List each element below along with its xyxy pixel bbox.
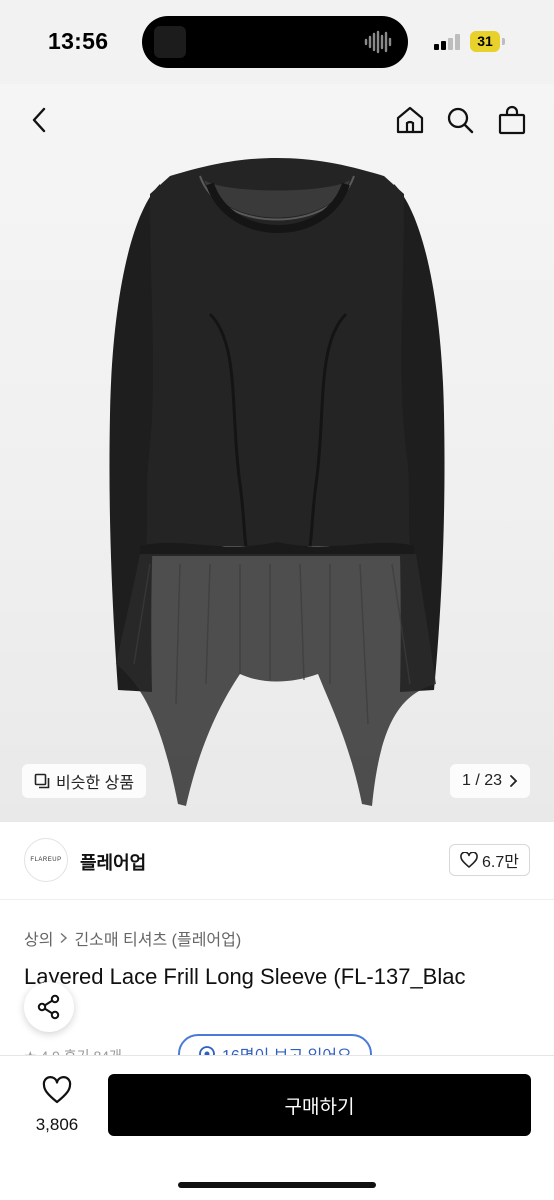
share-icon bbox=[37, 994, 60, 1020]
page-indicator-text: 1 / 23 bbox=[461, 772, 502, 789]
breadcrumb-subcategory[interactable]: 긴소매 티셔츠 (플레어업) bbox=[74, 926, 241, 950]
shopping-bag-icon bbox=[498, 105, 526, 135]
status-time: 13:56 bbox=[48, 28, 109, 54]
copy-icon bbox=[34, 773, 50, 789]
cart-button[interactable] bbox=[494, 102, 530, 138]
home-button[interactable] bbox=[392, 102, 428, 138]
similar-products-label: 비슷한 상품 bbox=[56, 775, 135, 792]
chevron-right-icon bbox=[60, 932, 68, 944]
bottom-action-bar: 3,806 구매하기 bbox=[0, 1055, 554, 1200]
breadcrumb: 상의 긴소매 티셔츠 (플레어업) bbox=[24, 926, 241, 950]
battery-indicator: 31 bbox=[470, 31, 500, 52]
wishlist-count: 3,806 bbox=[35, 1115, 79, 1134]
viewers-text: 16명이 보고 있어요 bbox=[222, 1042, 352, 1056]
gallery-page-indicator[interactable]: 1 / 23 bbox=[449, 764, 530, 798]
back-button[interactable] bbox=[22, 102, 58, 138]
chevron-left-icon bbox=[32, 107, 46, 133]
viewers-chip: 16명이 보고 있어요 bbox=[178, 1034, 372, 1056]
buy-button[interactable]: 구매하기 bbox=[108, 1074, 531, 1136]
chevron-right-icon bbox=[510, 775, 518, 787]
home-icon bbox=[396, 106, 424, 134]
home-indicator[interactable] bbox=[178, 1182, 376, 1188]
brand-like-button[interactable]: 6.7만 bbox=[449, 844, 530, 876]
dynamic-island bbox=[142, 16, 408, 68]
product-title: Layered Lace Frill Long Sleeve (FL-137_B… bbox=[24, 964, 466, 989]
product-image-gallery[interactable]: 비슷한 상품 1 / 23 bbox=[0, 84, 554, 822]
wishlist-button[interactable]: 3,806 bbox=[28, 1076, 86, 1135]
rating-viewers-row: ★ 4.9 후기 84개 16명이 보고 있어요 bbox=[0, 1034, 554, 1056]
audio-wave-icon bbox=[364, 30, 392, 54]
share-button[interactable] bbox=[24, 982, 74, 1032]
now-playing-thumbnail bbox=[154, 26, 186, 58]
brand-logo[interactable]: FLAREUP bbox=[24, 838, 68, 882]
search-icon bbox=[447, 107, 474, 134]
breadcrumb-category[interactable]: 상의 bbox=[24, 926, 53, 950]
brand-name[interactable]: 플레어업 bbox=[80, 849, 146, 875]
search-button[interactable] bbox=[442, 102, 478, 138]
similar-products-button[interactable]: 비슷한 상품 bbox=[22, 764, 147, 798]
battery-tip bbox=[502, 38, 505, 45]
brand-like-count: 6.7만 bbox=[482, 854, 519, 871]
cellular-signal-icon bbox=[434, 34, 460, 50]
product-photo bbox=[109, 158, 445, 806]
status-bar: 13:56 31 bbox=[0, 0, 554, 84]
brand-row[interactable]: FLAREUP 플레어업 6.7만 bbox=[0, 822, 554, 900]
heart-icon bbox=[42, 1076, 72, 1104]
heart-icon bbox=[460, 852, 478, 868]
